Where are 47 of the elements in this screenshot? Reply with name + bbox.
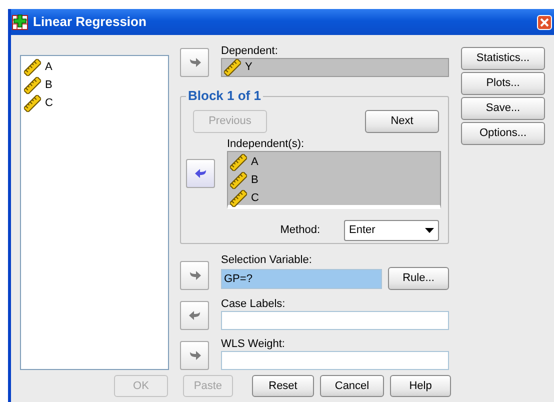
- variable-name: A: [45, 60, 52, 75]
- case-labels-label: Case Labels:: [221, 298, 286, 311]
- selection-variable-label: Selection Variable:: [221, 254, 313, 267]
- dialog-button[interactable]: Cancel: [320, 375, 384, 397]
- variable-list[interactable]: A B C: [20, 55, 169, 370]
- variable-name: B: [251, 172, 258, 188]
- move-left-button[interactable]: [186, 159, 215, 188]
- next-button[interactable]: Next: [365, 110, 439, 133]
- move-left-button[interactable]: [180, 301, 209, 330]
- variable-name: C: [251, 190, 259, 206]
- ruler-icon: [24, 58, 41, 76]
- ruler-icon: [24, 94, 41, 112]
- independent-list[interactable]: A B C: [227, 151, 441, 209]
- dialog-button[interactable]: Plots...: [461, 72, 545, 95]
- caret-icon: [425, 228, 434, 233]
- ruler-icon: [230, 172, 247, 188]
- ruler-icon: [224, 59, 241, 76]
- dialog-button[interactable]: Statistics...: [461, 47, 545, 70]
- dependent-label: Dependent:: [221, 45, 279, 58]
- ruler-icon: [24, 76, 41, 94]
- dependent-field[interactable]: Y: [221, 58, 449, 77]
- dialog-button[interactable]: Help: [390, 375, 451, 397]
- method-dropdown[interactable]: Enter: [344, 220, 439, 241]
- window-title: Linear Regression: [33, 13, 148, 32]
- variable-name: A: [251, 154, 258, 170]
- method-label: Method:: [280, 224, 320, 237]
- variable-name: Y: [245, 60, 252, 76]
- dialog-button[interactable]: Save...: [461, 97, 545, 120]
- app-icon: [12, 14, 28, 30]
- close-button[interactable]: [537, 14, 552, 30]
- rule-button[interactable]: Rule...: [388, 267, 449, 290]
- move-right-button[interactable]: [180, 48, 209, 77]
- close-icon: [540, 18, 549, 26]
- wls-weight-label: WLS Weight:: [221, 338, 286, 351]
- dialog-button[interactable]: Reset: [252, 375, 314, 397]
- move-right-button[interactable]: [180, 261, 209, 290]
- selection-variable-field[interactable]: GP=?: [221, 269, 382, 289]
- wls-weight-field[interactable]: [221, 351, 449, 370]
- variable-name: B: [45, 78, 52, 93]
- move-right-button[interactable]: [180, 341, 209, 370]
- group-title: Block 1 of 1: [187, 88, 262, 104]
- ruler-icon: [230, 190, 247, 206]
- case-labels-field[interactable]: [221, 311, 449, 330]
- dialog-button[interactable]: Options...: [461, 122, 545, 145]
- independent-label: Independent(s):: [227, 138, 306, 151]
- ruler-icon: [230, 154, 247, 170]
- variable-name: C: [45, 96, 53, 111]
